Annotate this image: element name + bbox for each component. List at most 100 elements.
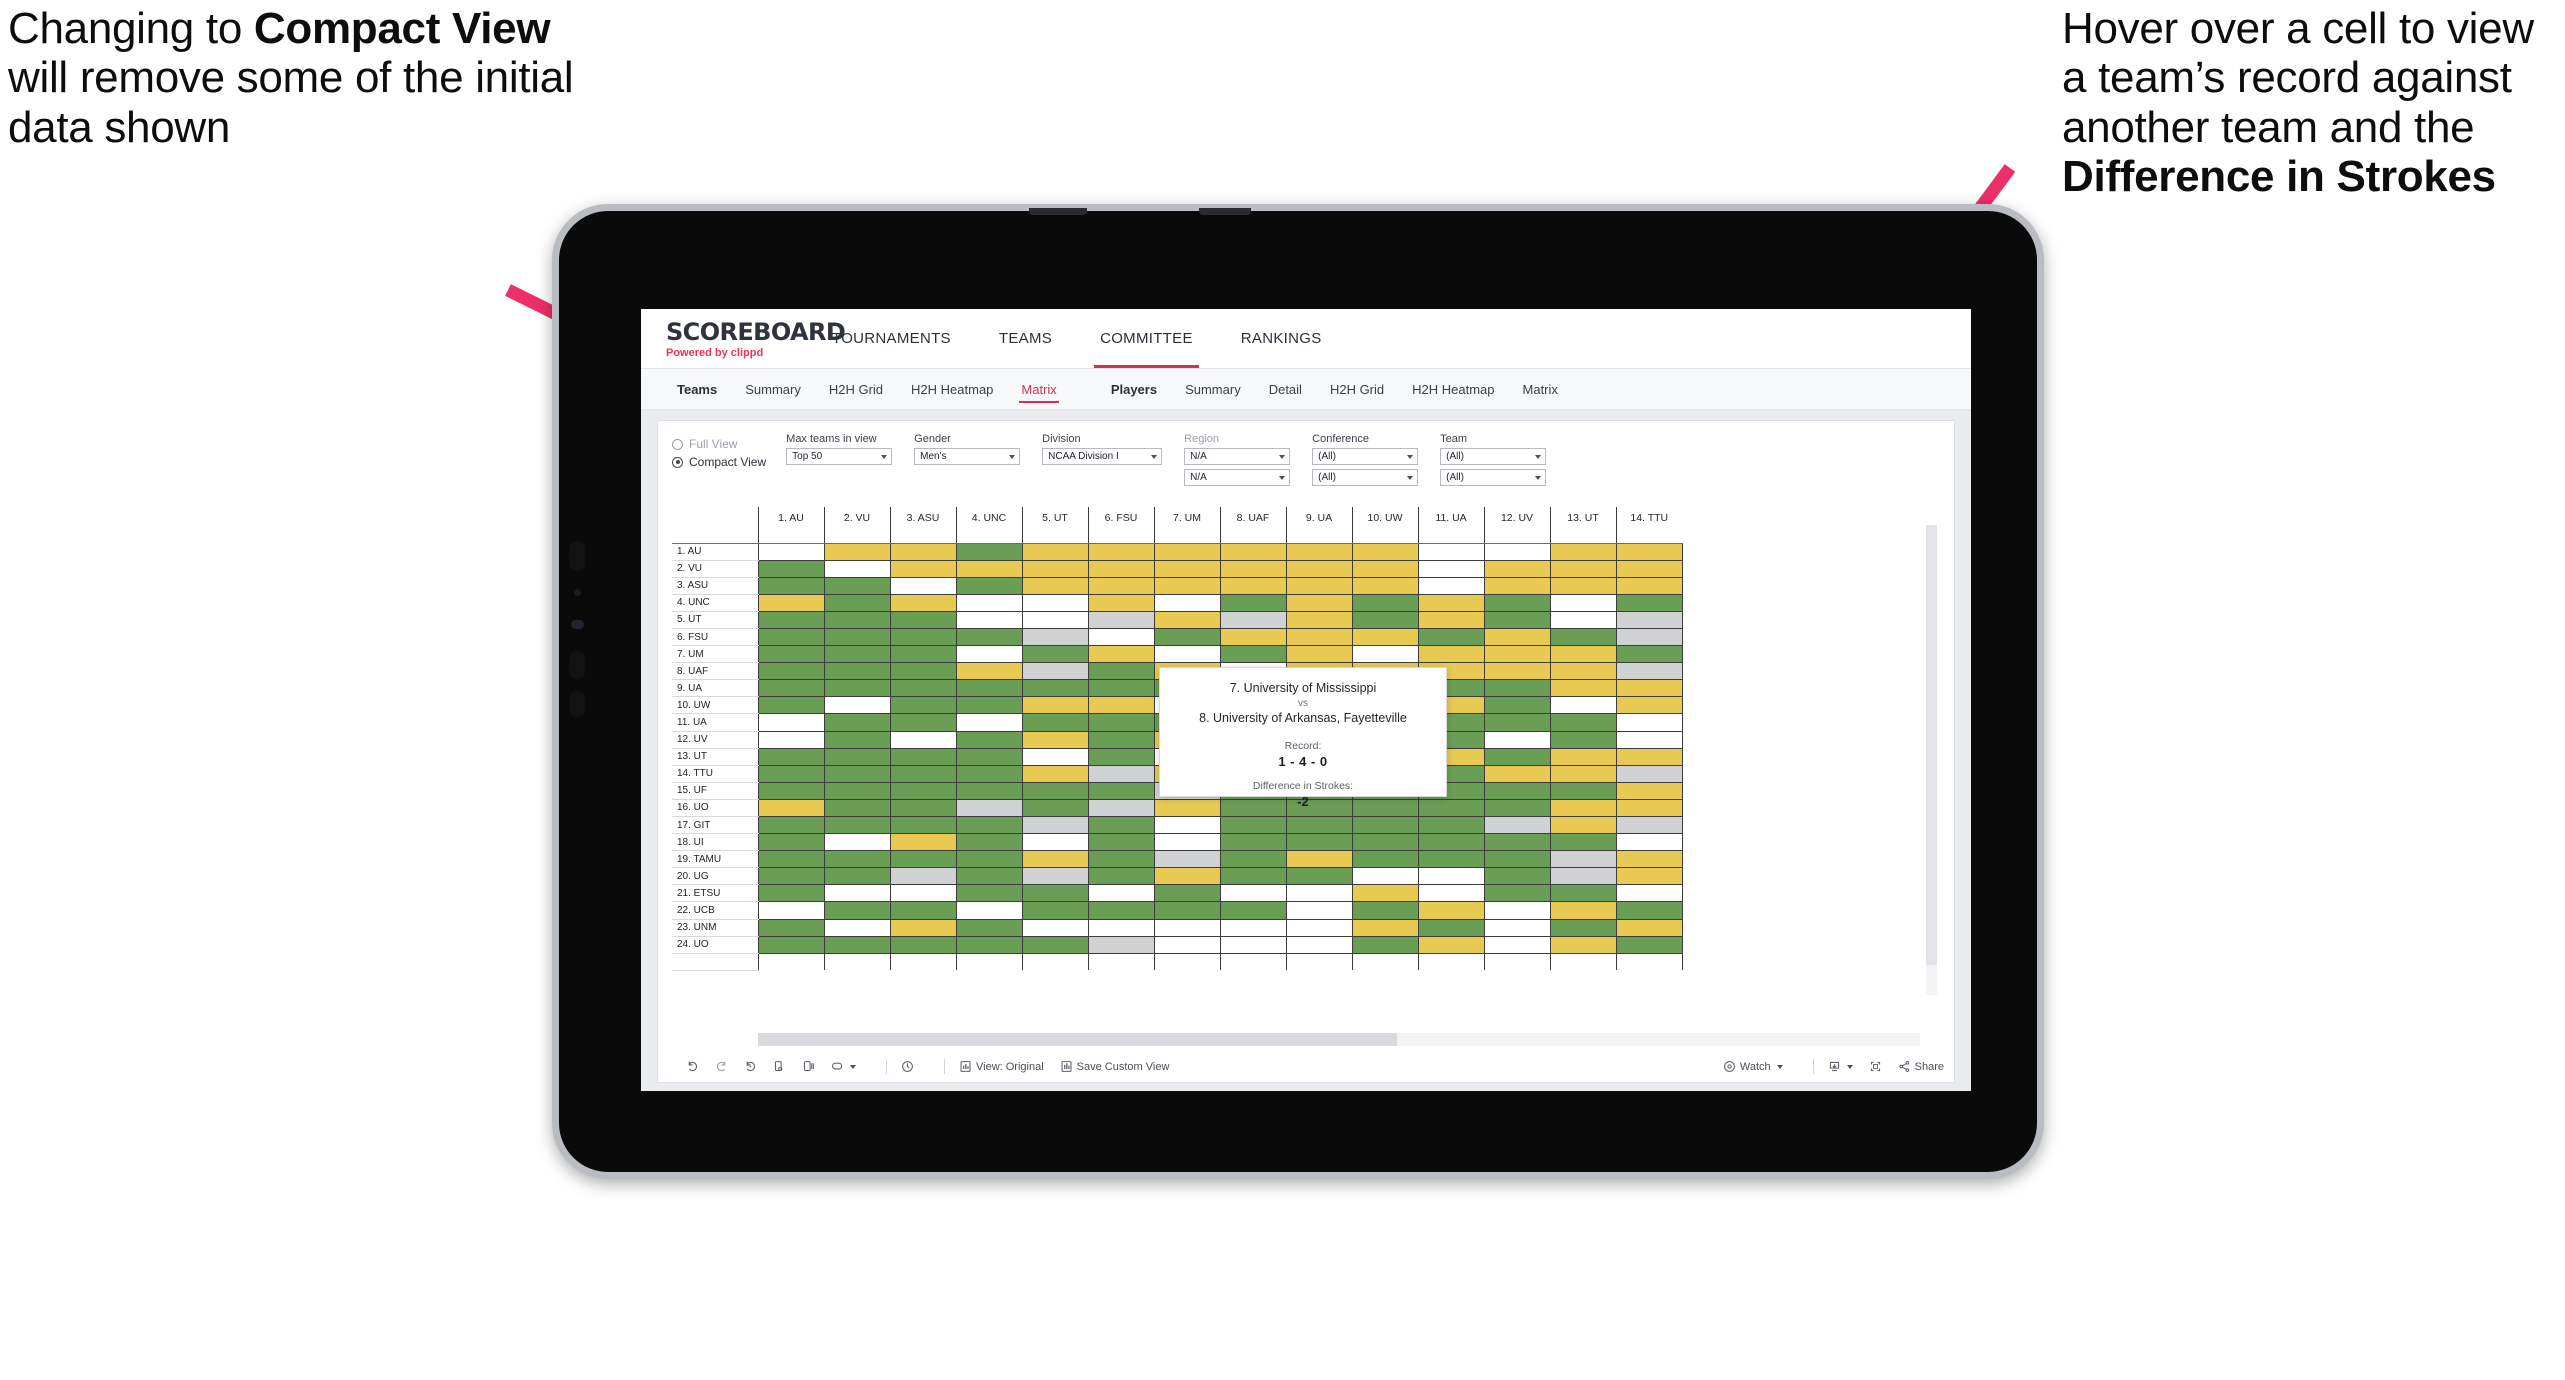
matrix-cell[interactable] [1087,610,1155,629]
matrix-cell[interactable] [1087,627,1155,647]
matrix-cell[interactable] [1087,833,1155,852]
matrix-cell[interactable] [1483,730,1551,749]
matrix-cell[interactable] [1549,764,1617,783]
matrix-cell[interactable] [1483,798,1551,818]
matrix-cell[interactable] [1483,850,1551,869]
matrix-cell[interactable] [1219,918,1287,937]
matrix-cell[interactable] [1615,935,1683,954]
matrix-cell[interactable] [823,730,891,749]
matrix-cell[interactable] [1351,884,1419,903]
matrix-cell[interactable] [1615,610,1683,629]
matrix-cell[interactable] [1549,901,1617,920]
filter-region-select-2[interactable]: N/A [1184,469,1291,486]
matrix-cell[interactable] [1153,559,1221,578]
matrix-cell[interactable] [1351,833,1419,852]
matrix-cell[interactable] [1549,593,1617,612]
matrix-cell[interactable] [1285,833,1353,852]
matrix-cell[interactable] [955,815,1023,835]
matrix-cell[interactable] [1087,645,1155,664]
matrix-cell[interactable] [823,645,891,664]
matrix-cell[interactable] [1285,610,1353,629]
matrix-cell[interactable] [1417,559,1485,578]
matrix-cell[interactable] [1483,542,1551,561]
matrix-cell[interactable] [757,798,825,818]
matrix-cell[interactable] [955,713,1023,732]
matrix-cell[interactable] [1087,730,1155,749]
matrix-cell[interactable] [955,833,1023,852]
matrix-cell[interactable] [1153,645,1221,664]
matrix-cell[interactable] [1285,850,1353,869]
matrix-cell[interactable] [1219,901,1287,920]
matrix-cell[interactable] [1549,559,1617,578]
vertical-scrollbar-thumb[interactable] [1926,525,1937,965]
matrix-cell[interactable] [757,662,825,681]
matrix-cell[interactable] [1219,593,1287,612]
matrix-cell[interactable] [1285,645,1353,664]
matrix-cell[interactable] [757,730,825,749]
matrix-cell[interactable] [889,833,957,852]
matrix-cell[interactable] [757,713,825,732]
matrix-cell[interactable] [1615,901,1683,920]
matrix-cell[interactable] [757,884,825,903]
matrix-cell[interactable] [955,679,1023,698]
matrix-cell[interactable] [889,593,957,612]
matrix-cell[interactable] [1615,747,1683,766]
filter-conference-select-1[interactable]: (All) [1312,448,1419,465]
matrix-cell[interactable] [1417,918,1485,937]
matrix-cell[interactable] [1615,730,1683,749]
matrix-cell[interactable] [1417,576,1485,595]
matrix-cell[interactable] [1153,815,1221,835]
matrix-cell[interactable] [1417,645,1485,664]
matrix-cell[interactable] [1087,815,1155,835]
matrix-cell[interactable] [889,850,957,869]
matrix-cell[interactable] [1483,781,1551,800]
matrix-cell[interactable] [1417,815,1485,835]
matrix-cell[interactable] [1285,559,1353,578]
matrix-cell[interactable] [1549,610,1617,629]
matrix-cell[interactable] [1351,918,1419,937]
matrix-cell[interactable] [889,867,957,886]
matrix-cell[interactable] [889,662,957,681]
matrix-cell[interactable] [1351,645,1419,664]
matrix-cell[interactable] [823,627,891,647]
subtab-teams-h2h-grid[interactable]: H2H Grid [815,369,897,410]
filter-conference-select-2[interactable]: (All) [1312,469,1419,486]
matrix-cell[interactable] [955,610,1023,629]
matrix-cell[interactable] [757,679,825,698]
matrix-cell[interactable] [1087,662,1155,681]
matrix-cell[interactable] [1549,884,1617,903]
matrix-cell[interactable] [1219,559,1287,578]
watch-button[interactable]: Watch [1723,1060,1783,1073]
matrix-cell[interactable] [1153,935,1221,954]
matrix-cell[interactable] [823,713,891,732]
matrix-cell[interactable] [1087,884,1155,903]
matrix-cell[interactable] [1483,593,1551,612]
matrix-cell[interactable] [757,833,825,852]
fullscreen-icon[interactable] [1869,1060,1882,1073]
matrix-cell[interactable] [1417,542,1485,561]
matrix-cell[interactable] [1021,593,1089,612]
matrix-cell[interactable] [757,781,825,800]
matrix-cell[interactable] [1153,542,1221,561]
nav-committee[interactable]: COMMITTEE [1076,309,1217,368]
matrix-cell[interactable] [1549,713,1617,732]
matrix-cell[interactable] [757,593,825,612]
matrix-cell[interactable] [1549,662,1617,681]
matrix-cell[interactable] [1219,935,1287,954]
matrix-cell[interactable] [757,645,825,664]
matrix-cell[interactable] [1615,764,1683,783]
matrix-cell[interactable] [955,747,1023,766]
redo-icon[interactable] [715,1060,728,1073]
matrix-cell[interactable] [823,815,891,835]
matrix-cell[interactable] [1483,833,1551,852]
matrix-cell[interactable] [1351,593,1419,612]
matrix-cell[interactable] [1615,593,1683,612]
matrix-cell[interactable] [757,918,825,937]
matrix-cell[interactable] [1483,559,1551,578]
matrix-cell[interactable] [1483,901,1551,920]
matrix-cell[interactable] [823,884,891,903]
matrix-cell[interactable] [1351,576,1419,595]
matrix-cell[interactable] [1021,542,1089,561]
matrix-cell[interactable] [1153,833,1221,852]
matrix-cell[interactable] [1087,798,1155,818]
